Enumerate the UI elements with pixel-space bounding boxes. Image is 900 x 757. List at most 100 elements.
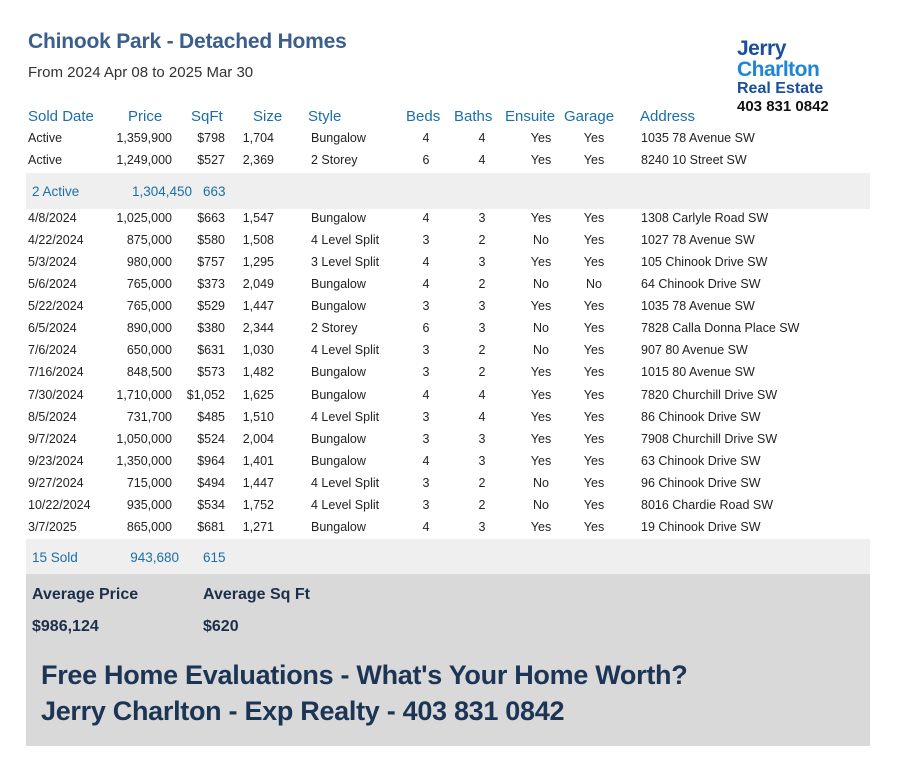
cell-price: 1,350,000 — [116, 453, 172, 468]
table-row: 10/22/2024 935,000 $534 1,752 4 Level Split 3… — [26, 494, 870, 516]
logo-phone: 403 831 0842 — [737, 98, 829, 115]
cell-beds: 3 — [422, 431, 430, 446]
cell-ensuite: No — [533, 475, 549, 490]
sold-avg-price: 943,680 — [130, 550, 179, 565]
cell-style: 4 Level Split — [311, 475, 380, 490]
table-row: 4/22/2024 875,000 $580 1,508 4 Level Split 3 2… — [26, 229, 870, 251]
cell-ensuite: Yes — [530, 431, 552, 446]
cell-style: 2 Storey — [311, 153, 358, 167]
cell-baths: 2 — [478, 475, 486, 490]
cell-ensuite: No — [533, 343, 549, 358]
cell-garage: Yes — [583, 409, 605, 424]
cell-baths: 3 — [478, 255, 486, 270]
cell-size: 1,482 — [242, 365, 274, 380]
avg-sqft-label: Average Sq Ft — [203, 586, 310, 603]
table-row: 9/27/2024 715,000 $494 1,447 4 Level Split 3 2… — [26, 472, 870, 494]
cell-sqft: $380 — [197, 321, 225, 336]
sold-summary-row: 15 Sold 943,680 615 — [26, 539, 870, 574]
header-address: Address — [640, 108, 696, 125]
cell-address: 86 Chinook Drive SW — [641, 409, 761, 424]
cell-size: 2,049 — [242, 277, 274, 292]
cell-beds: 6 — [422, 321, 430, 336]
cell-size: 1,030 — [242, 343, 274, 358]
cell-beds: 4 — [422, 211, 430, 225]
cell-size: 1,295 — [242, 255, 274, 270]
header-ensuite: Ensuite — [505, 108, 556, 125]
cell-size: 1,547 — [242, 211, 274, 225]
table-row: 5/6/2024 765,000 $373 2,049 Bungalow 4 2 No No 64… — [26, 273, 870, 295]
active-avg-price: 1,304,450 — [131, 184, 192, 199]
page-title: Chinook Park - Detached Homes — [28, 30, 347, 53]
cell-garage: Yes — [583, 299, 605, 314]
cell-size: 1,508 — [242, 233, 274, 248]
cell-garage: Yes — [583, 365, 605, 380]
cell-size: 1,625 — [242, 387, 274, 402]
cell-date: 9/27/2024 — [28, 475, 84, 490]
avg-sqft-value: $620 — [203, 618, 239, 635]
cell-garage: Yes — [583, 255, 605, 270]
cell-ensuite: Yes — [530, 365, 552, 380]
table-row: 5/3/2024 980,000 $757 1,295 3 Level Split 4 3 Y… — [26, 251, 870, 273]
cell-beds: 4 — [422, 387, 430, 402]
table-row: 7/30/2024 1,710,000 $1,052 1,625 Bungalow 4 4 Y… — [26, 384, 870, 406]
logo-line-3: Real Estate — [737, 80, 824, 97]
cell-style: 2 Storey — [311, 321, 358, 336]
cell-price: 890,000 — [126, 321, 172, 336]
cell-date: Active — [28, 153, 63, 167]
cell-date: 5/3/2024 — [28, 255, 77, 270]
cell-price: 715,000 — [126, 475, 172, 490]
cell-beds: 3 — [422, 475, 430, 490]
header-sold-date: Sold Date — [28, 108, 94, 125]
cell-size: 2,344 — [242, 321, 274, 336]
header-style: Style — [308, 108, 342, 125]
cell-style: Bungalow — [311, 431, 366, 446]
cell-sqft: $373 — [197, 277, 225, 292]
cell-price: 848,500 — [126, 365, 172, 380]
table-row: Active 1,359,900 $798 1,704 Bungalow 4 4 Yes Yes… — [26, 127, 870, 149]
cell-baths: 4 — [478, 409, 486, 424]
cell-baths: 3 — [478, 519, 486, 534]
cell-style: Bungalow — [311, 387, 366, 402]
cell-ensuite: Yes — [530, 409, 552, 424]
cell-style: 4 Level Split — [311, 233, 380, 248]
cell-ensuite: Yes — [530, 211, 552, 225]
table-row: 3/7/2025 865,000 $681 1,271 Bungalow 4 3 Yes Yes… — [26, 516, 870, 538]
header-beds: Beds — [406, 108, 441, 125]
active-avg-sqft: 663 — [203, 184, 226, 199]
cell-beds: 3 — [422, 365, 430, 380]
cell-garage: Yes — [583, 343, 605, 358]
cell-address: 1035 78 Avenue SW — [641, 299, 755, 314]
cell-size: 2,369 — [242, 153, 274, 167]
cell-date: 3/7/2025 — [28, 519, 77, 534]
cell-sqft: $485 — [197, 409, 225, 424]
cell-garage: No — [586, 277, 602, 292]
cell-sqft: $534 — [197, 497, 225, 512]
cell-baths: 3 — [478, 299, 486, 314]
active-count: 2 Active — [32, 184, 80, 199]
sold-avg-sqft: 615 — [203, 550, 226, 565]
cell-date: 9/23/2024 — [28, 453, 84, 468]
cell-ensuite: Yes — [530, 255, 552, 270]
cell-beds: 3 — [422, 409, 430, 424]
cell-address: 19 Chinook Drive SW — [641, 519, 761, 534]
cell-beds: 3 — [422, 299, 430, 314]
cell-garage: Yes — [583, 431, 605, 446]
cell-price: 935,000 — [126, 497, 172, 512]
cell-price: 865,000 — [126, 519, 172, 534]
cell-baths: 4 — [478, 153, 486, 167]
table-row: 4/8/2024 1,025,000 $663 1,547 Bungalow 4 3 Yes Y… — [26, 207, 870, 229]
cell-address: 1308 Carlyle Road SW — [641, 211, 769, 225]
cell-date: 8/5/2024 — [28, 409, 77, 424]
cell-size: 2,004 — [242, 431, 274, 446]
cell-sqft: $681 — [197, 519, 225, 534]
active-summary-row: 2 Active 1,304,450 663 — [26, 173, 870, 209]
cell-baths: 3 — [478, 431, 486, 446]
cell-sqft: $524 — [197, 431, 225, 446]
cell-garage: Yes — [583, 519, 605, 534]
summary-footer: Average Price Average Sq Ft $986,124 $62… — [26, 574, 870, 746]
sold-count: 15 Sold — [32, 550, 78, 565]
cell-address: 96 Chinook Drive SW — [641, 475, 761, 490]
cell-address: 1035 78 Avenue SW — [641, 131, 755, 145]
date-range: From 2024 Apr 08 to 2025 Mar 30 — [28, 64, 254, 81]
cell-address: 7828 Calla Donna Place SW — [641, 321, 800, 336]
